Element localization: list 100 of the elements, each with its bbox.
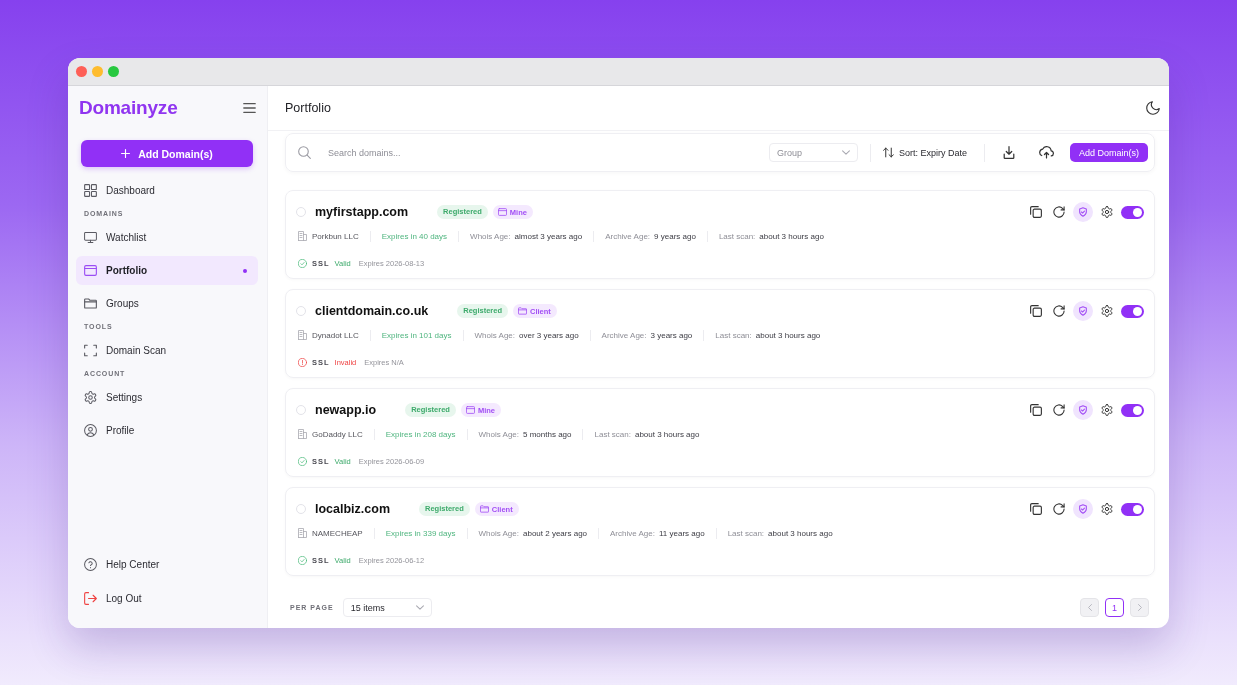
menu-icon[interactable] [243, 103, 256, 113]
shield-check-icon[interactable] [1073, 202, 1093, 222]
fact-label: Archive Age: [610, 528, 655, 538]
copy-icon[interactable] [1030, 404, 1042, 416]
fact-label: Whois Age: [478, 429, 519, 439]
chevron-down-icon [415, 605, 424, 610]
sidebar-item[interactable]: Domain Scan [76, 336, 258, 365]
page-button[interactable]: 1 [1105, 598, 1124, 617]
sidebar-item[interactable]: Log Out [76, 584, 258, 613]
settings-icon[interactable] [1101, 305, 1113, 317]
folder-icon [479, 505, 489, 513]
monitor-toggle[interactable] [1121, 502, 1144, 516]
building-icon [298, 528, 307, 538]
monitor-toggle[interactable] [1121, 403, 1144, 417]
per-page-select[interactable]: 15 items [342, 598, 432, 617]
grid-icon [84, 184, 97, 197]
settings-icon[interactable] [1101, 503, 1113, 515]
folder-icon [518, 307, 527, 315]
shield-check-icon[interactable] [1073, 301, 1093, 321]
refresh-icon[interactable] [1053, 404, 1065, 416]
search-field[interactable]: Search domains... [328, 143, 769, 162]
sort-arrows-icon [882, 147, 894, 158]
copy-icon[interactable] [1030, 206, 1042, 218]
monitor-toggle[interactable] [1121, 205, 1144, 219]
fact-label: Archive Age: [601, 330, 647, 340]
app-logo: Domainyze [79, 97, 178, 119]
building-icon [298, 429, 307, 439]
fact-value: 5 months ago [523, 429, 572, 439]
settings-icon[interactable] [1101, 404, 1113, 416]
logout-icon [84, 592, 97, 605]
moon-icon[interactable] [1146, 101, 1160, 115]
expiry-text: Expires in 101 days [381, 330, 452, 340]
domain-name: myfirstapp.com [315, 205, 409, 219]
fact-label: Last scan: [727, 528, 765, 538]
fact-label: Last scan: [594, 429, 631, 439]
fact-value: about 3 hours ago [759, 231, 824, 241]
window-icon [465, 406, 475, 414]
upload-cloud-icon[interactable] [1039, 146, 1054, 159]
fact-value: 3 years ago [650, 330, 693, 340]
expiry-text: Expires in 339 days [385, 528, 456, 538]
fact-label: Archive Age: [605, 231, 651, 241]
fact-value: about 2 years ago [523, 528, 588, 538]
settings-icon[interactable] [1101, 206, 1113, 218]
refresh-icon[interactable] [1053, 305, 1065, 317]
window-icon [497, 208, 507, 216]
user-circle-icon [84, 424, 97, 437]
sidebar-item[interactable]: Portfolio [76, 256, 258, 285]
expiry-text: Expires in 208 days [385, 429, 456, 439]
building-icon [298, 330, 307, 340]
settings-icon [84, 391, 97, 404]
registrar-name: Dynadot LLC [312, 330, 359, 340]
group-select[interactable]: Group [768, 143, 858, 162]
search-icon [298, 146, 311, 159]
sidebar-item[interactable]: Settings [76, 383, 258, 412]
chevron-down-icon [841, 150, 850, 155]
fact-value: 9 years ago [654, 231, 696, 241]
monitor-toggle[interactable] [1121, 304, 1144, 318]
scan-frame-icon [84, 344, 97, 357]
help-icon [84, 558, 97, 571]
copy-icon[interactable] [1030, 305, 1042, 317]
folder-icon [84, 297, 97, 310]
fact-value: about 3 hours ago [768, 528, 833, 538]
sidebar-item[interactable]: Dashboard [76, 176, 258, 205]
sidebar-item[interactable]: Help Center [76, 550, 258, 579]
shield-check-icon[interactable] [1073, 400, 1093, 420]
add-domain-button[interactable]: Add Domain(s) [81, 140, 253, 167]
domain-name: localbiz.com [315, 502, 391, 516]
sidebar-item[interactable]: Groups [76, 289, 258, 318]
refresh-icon[interactable] [1053, 206, 1065, 218]
fact-value: about 3 hours ago [634, 429, 700, 439]
registrar-name: NAMECHEAP [312, 528, 363, 538]
active-dot-icon [243, 268, 247, 273]
fact-label: Last scan: [718, 231, 756, 241]
sort-button[interactable]: Sort: Expiry Date [882, 147, 967, 158]
sidebar-item[interactable]: Profile [76, 416, 258, 445]
fact-label: Last scan: [715, 330, 752, 340]
fact-value: about 3 hours ago [755, 330, 821, 340]
domain-name: clientdomain.co.uk [315, 304, 429, 318]
fact-label: Whois Age: [474, 330, 515, 340]
fact-value: 11 years ago [658, 528, 705, 538]
add-domain-button[interactable]: Add Domain(s) [1070, 143, 1148, 162]
sidebar-item[interactable]: Watchlist [76, 223, 258, 252]
building-icon [298, 231, 307, 241]
domain-name: newapp.io [315, 403, 377, 417]
window-icon [84, 264, 97, 277]
expiry-text: Expires in 40 days [381, 231, 448, 241]
shield-check-icon[interactable] [1073, 499, 1093, 519]
monitor-icon [84, 231, 97, 244]
page-title: Portfolio [285, 101, 331, 115]
registrar-name: GoDaddy LLC [312, 429, 363, 439]
copy-icon[interactable] [1030, 503, 1042, 515]
refresh-icon[interactable] [1053, 503, 1065, 515]
chevron-left-icon [1087, 604, 1092, 611]
plus-icon [121, 149, 131, 158]
fact-value: over 3 years ago [519, 330, 579, 340]
registrar-name: Porkbun LLC [312, 231, 359, 241]
fact-value: almost 3 years ago [514, 231, 583, 241]
download-icon[interactable] [1003, 146, 1015, 159]
fact-label: Whois Age: [470, 231, 511, 241]
chevron-right-icon [1137, 604, 1142, 611]
